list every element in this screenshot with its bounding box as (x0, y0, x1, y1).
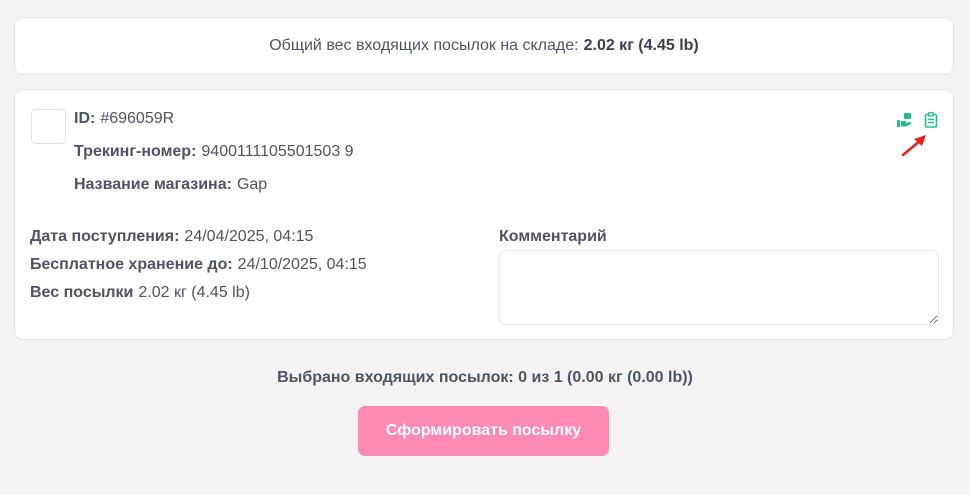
tracking-row: Трекинг-номер: 9400111105501503 9 (74, 143, 354, 161)
clipboard-icon[interactable] (921, 110, 941, 130)
comment-textarea[interactable] (499, 250, 939, 325)
total-weight-card: Общий вес входящих посылок на складе: 2.… (14, 17, 954, 75)
shop-label: Название магазина: (74, 176, 232, 193)
free-storage-label: Бесплатное хранение до: (30, 256, 233, 273)
total-weight-value: 2.02 кг (4.45 lb) (583, 37, 699, 54)
parcel-id-row: ID: #696059R (74, 110, 174, 128)
hand-package-icon[interactable] (895, 110, 915, 130)
red-arrow-icon (901, 135, 926, 157)
arrival-date-row: Дата поступления: 24/04/2025, 04:15 (30, 228, 313, 246)
selected-parcels-summary: Выбрано входящих посылок: 0 из 1 (0.00 к… (277, 369, 693, 386)
free-storage-row: Бесплатное хранение до: 24/10/2025, 04:15 (30, 256, 367, 274)
parcel-weight-row: Вес посылки 2.02 кг (4.45 lb) (30, 284, 250, 302)
parcel-card: ID: #696059R Трекинг-номер: 94001111055015… (14, 89, 954, 340)
total-weight-label: Общий вес входящих посылок на складе: (269, 37, 579, 54)
arrival-date-value: 24/04/2025, 04:15 (184, 228, 314, 245)
tracking-label: Трекинг-номер: (74, 143, 197, 160)
shop-row: Название магазина: Gap (74, 176, 267, 194)
parcel-weight-value: 2.02 кг (4.45 lb) (138, 284, 250, 301)
shop-value: Gap (236, 176, 268, 193)
parcel-select-checkbox[interactable] (31, 109, 66, 144)
free-storage-value: 24/10/2025, 04:15 (237, 256, 367, 273)
arrival-date-label: Дата поступления: (30, 228, 180, 245)
form-parcel-button[interactable]: Сформировать посылку (358, 406, 609, 456)
parcel-id-label: ID: (74, 110, 96, 127)
parcel-weight-label: Вес посылки (30, 284, 134, 301)
parcel-id-value: #696059R (100, 110, 175, 127)
tracking-value: 9400111105501503 9 (201, 143, 354, 160)
comment-label: Комментарий (499, 228, 607, 245)
